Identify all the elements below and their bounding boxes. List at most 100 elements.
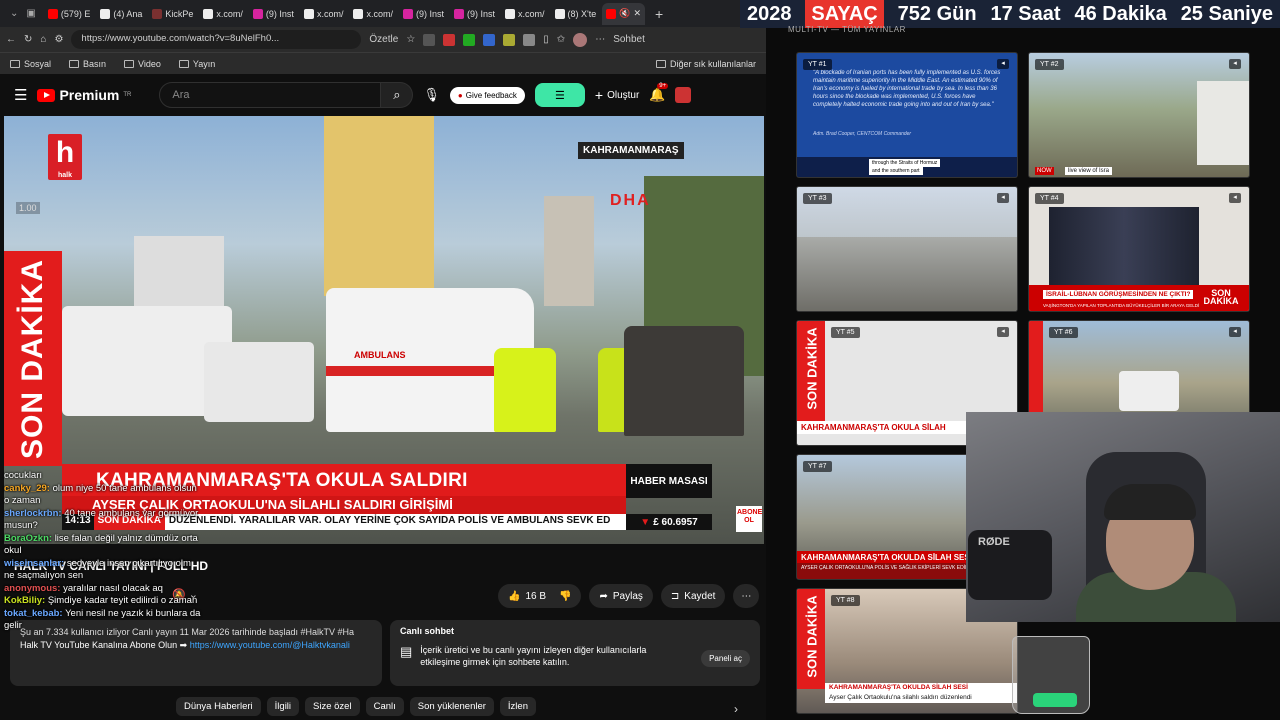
search-button[interactable]: ⌕ [381, 82, 414, 108]
multitv-tile-1: "A blockade of Iranian ports has been fu… [796, 52, 1018, 178]
open-panel-button[interactable]: Paneli aç [701, 650, 750, 667]
chat-icon: ▤ [400, 644, 413, 659]
chat-message: anonymous: yaralılar nasıl olacak aq [4, 582, 163, 594]
share-button[interactable]: ➦ Paylaş [589, 584, 653, 608]
abone-ol-badge: ABONE OL [736, 506, 762, 532]
chip-dunya-haberleri[interactable]: Dünya Haberleri [176, 697, 261, 716]
other-bookmarks[interactable]: Diğer sık kullanılanlar [655, 59, 756, 69]
chip-bar: Dünya Haberleri İlgili Size özel Canlı S… [176, 697, 536, 716]
youtube-premium-logo[interactable]: Premium TR [37, 87, 131, 103]
mute-tab-icon[interactable]: 🔇 [619, 8, 630, 19]
save-button[interactable]: ⊐ Kaydet [660, 584, 726, 608]
tile-label: YT #4 [1035, 193, 1064, 204]
bookmark-sosyal[interactable]: Sosyal [10, 59, 51, 69]
tab-10[interactable]: (8) X'te [551, 3, 601, 25]
more-menu-icon[interactable]: ⋯ [595, 34, 605, 45]
tab-6[interactable]: x.com/ [349, 3, 397, 25]
extension-4-icon[interactable] [483, 33, 496, 46]
multitv-title: MULTI-TV — TÜM YAYINLAR [788, 25, 906, 34]
streamer-webcam: RØDE [966, 412, 1280, 622]
new-tab-icon[interactable]: + [647, 6, 671, 22]
notifications-button[interactable]: 🔔 9+ [649, 83, 669, 103]
tab-0[interactable]: (579) E [44, 3, 95, 25]
city-skyline [797, 237, 1017, 311]
home-icon[interactable]: ⌂ [40, 34, 46, 45]
chip-izlenen[interactable]: İzlen [499, 697, 536, 716]
channel-link[interactable]: https://www.youtube.com/@Halktvkanali [190, 640, 350, 650]
tile-label: YT #8 [831, 595, 860, 606]
thumbs-down-icon[interactable]: 👎 [559, 591, 571, 602]
favorites-icon[interactable]: ✩ [557, 34, 565, 45]
tab-2[interactable]: KickPe [148, 3, 197, 25]
tile-label: YT #5 [831, 327, 860, 338]
tab-1[interactable]: (4) Ana [96, 3, 146, 25]
reload-icon[interactable]: ↻ [24, 34, 32, 45]
tab-menu-icon[interactable]: ⌄ [4, 8, 24, 19]
site-info-icon[interactable]: ⚙ [54, 34, 63, 45]
address-toolbar: ← ↻ ⌂ ⚙ https://www.youtube.com/watch?v=… [0, 27, 766, 52]
bookmark-yayin[interactable]: Yayın [178, 59, 215, 69]
countdown-counter: 2028 SAYAÇ 752 Gün 17 Saat 46 Dakika 25 … [740, 0, 1280, 28]
bell-icon: 🔔 [649, 87, 666, 102]
search-input[interactable]: Ara [159, 82, 382, 108]
tab-8[interactable]: (9) Inst [450, 3, 499, 25]
profile-avatar[interactable] [573, 32, 588, 47]
instagram-favicon-icon [453, 8, 464, 19]
give-feedback-button[interactable]: ● Give feedback [449, 86, 525, 104]
tile4-son-dakika: SON DAKİKA [1203, 288, 1239, 306]
chevron-right-icon[interactable]: › [734, 702, 738, 716]
tile8-band-1: KAHRAMANMARAŞ'TA OKULDA SİLAH SESİ [825, 683, 1017, 693]
copilot-sohbet-button[interactable]: Sohbet [613, 34, 645, 45]
extension-1-icon[interactable] [423, 33, 436, 46]
chip-son-yuklenenler[interactable]: Son yüklenenler [409, 697, 494, 716]
account-avatar[interactable] [675, 87, 692, 103]
building [324, 116, 434, 296]
live-chat-title: Canlı sohbet [400, 626, 455, 636]
tab-active[interactable]: 🔇 ✕ [602, 2, 646, 25]
chat-message: BoraOzkn: lise falan değil yalnız dümdüz… [4, 532, 198, 557]
extension-toggle-button[interactable]: ☰ [534, 83, 585, 107]
chip-canli[interactable]: Canlı [365, 697, 404, 716]
voice-search-icon[interactable]: 🎙 [423, 87, 440, 103]
summarize-button[interactable]: Özetle [369, 34, 398, 45]
hamburger-menu-icon[interactable]: ☰ [14, 86, 27, 104]
folder-icon [178, 59, 189, 68]
chip-size-ozel[interactable]: Size özel [305, 697, 360, 716]
extension-5-icon[interactable] [503, 33, 516, 46]
tab-4[interactable]: (9) Inst [249, 3, 298, 25]
tab-5[interactable]: x.com/ [300, 3, 348, 25]
chip-ilgili[interactable]: İlgili [266, 697, 300, 716]
microphone: RØDE [968, 530, 1052, 600]
bookmark-star-icon[interactable]: ☆ [406, 34, 415, 45]
tab-3[interactable]: x.com/ [199, 3, 247, 25]
building [134, 236, 224, 316]
extension-3-icon[interactable] [463, 33, 476, 46]
extension-2-icon[interactable] [443, 33, 456, 46]
dha-watermark: DHA [610, 192, 651, 209]
description-subscribe-text: Halk TV YouTube Kanalına Abone Olun ➡ [20, 640, 188, 650]
close-tab-icon[interactable]: ✕ [633, 8, 641, 19]
police-officer [494, 348, 556, 432]
bookmark-video[interactable]: Video [124, 59, 161, 69]
white-van [204, 342, 314, 422]
back-icon[interactable]: ← [6, 34, 16, 45]
more-actions-button[interactable]: ⋯ [733, 584, 760, 608]
location-badge: KAHRAMANMARAŞ [578, 142, 684, 159]
bookmark-basin[interactable]: Basın [69, 59, 106, 69]
live-chat-text: İçerik üretici ve bu canlı yayını izleye… [420, 645, 647, 667]
mute-icon: ◂ [1229, 193, 1241, 203]
create-button[interactable]: + Oluştur [595, 87, 639, 103]
tile2-map [1197, 81, 1249, 165]
instagram-favicon-icon [402, 8, 413, 19]
url-field[interactable]: https://www.youtube.com/watch?v=8uNelFh0… [71, 30, 362, 49]
speed-label: 1.00 [16, 202, 40, 214]
tab-9[interactable]: x.com/ [501, 3, 549, 25]
workspace-icon[interactable]: ▣ [26, 8, 41, 19]
tab-7[interactable]: (9) Inst [399, 3, 448, 25]
split-view-icon[interactable]: ▯ [543, 34, 549, 45]
folder-icon [655, 59, 666, 68]
like-button[interactable]: 👍 16 B 👎 [498, 584, 582, 608]
extension-6-icon[interactable] [523, 33, 536, 46]
tile6-ambulance [1119, 371, 1179, 411]
down-triangle-icon: ▼ [640, 516, 651, 528]
